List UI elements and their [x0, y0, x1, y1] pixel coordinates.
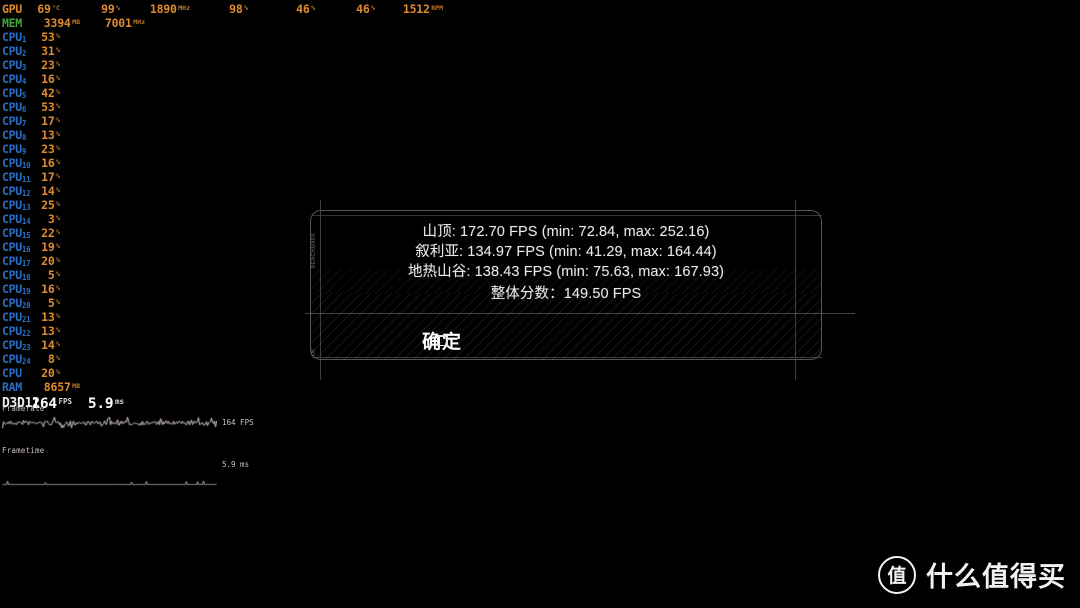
frametime-graph-title: Frametime	[2, 446, 45, 455]
bracket-corner-bottom-right-icon	[436, 335, 448, 346]
frametime-graph-value: 5.9 ms	[222, 460, 250, 469]
result-line-summit: 山顶: 172.70 FPS (min: 72.84, max: 252.16)	[422, 224, 710, 240]
benchmark-results: 山顶: 172.70 FPS (min: 72.84, max: 252.16)…	[310, 222, 822, 304]
watermark: 值 什么值得买	[878, 555, 1066, 594]
benchmark-result-dialog-layer: BENCHMARK OK 山顶: 172.70 FPS (min: 72.84,…	[0, 0, 1080, 608]
watermark-text: 什么值得买	[926, 562, 1066, 593]
panel-side-label-bottom: OK	[311, 347, 317, 356]
frametime-graph	[2, 479, 217, 487]
result-line-syria: 叙利亚: 134.97 FPS (min: 41.29, max: 164.44…	[415, 244, 717, 260]
framerate-graph-value: 164 FPS	[222, 418, 254, 427]
framerate-graph-title: Framerate	[2, 404, 45, 413]
result-line-geothermal-valley: 地热山谷: 138.43 FPS (min: 75.63, max: 167.9…	[407, 264, 725, 280]
smzdm-logo-icon: 值	[878, 555, 916, 594]
confirm-button[interactable]: 确定	[398, 318, 486, 363]
framerate-graph	[2, 416, 217, 430]
result-line-overall-score: 整体分数：149.50 FPS	[490, 286, 642, 302]
